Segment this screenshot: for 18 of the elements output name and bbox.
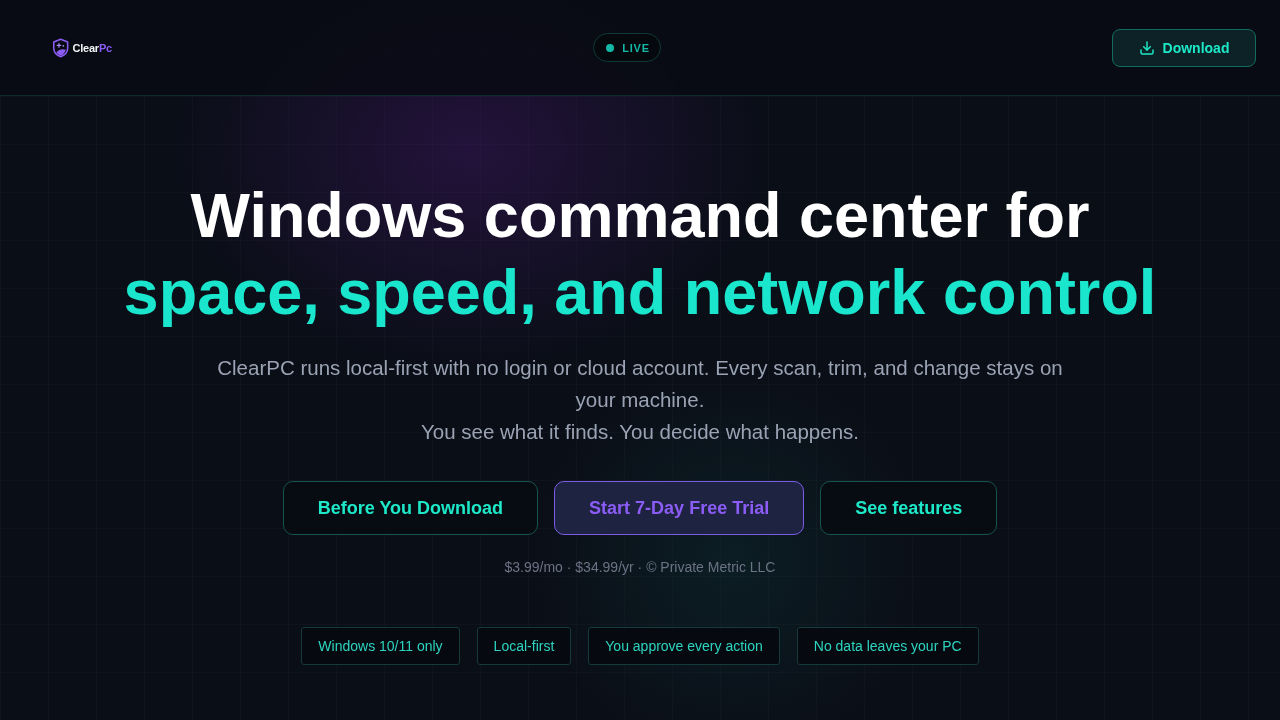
hero-title-highlight: space, speed, and network control	[123, 256, 1157, 329]
logo-text: ClearPc	[72, 41, 112, 54]
outline-button[interactable]: See features	[820, 481, 998, 535]
status-dot-icon	[606, 43, 615, 52]
hero-description: ClearPC runs local-first with no login or cloud account. Every scan, trim, and change stays on your machine.	[216, 355, 1064, 413]
outline-button[interactable]: Before You Download	[282, 481, 539, 535]
feature-tag: You approve every action	[588, 627, 780, 665]
hero-description: You see what it finds. You decide what happens.	[420, 419, 860, 445]
feature-tag: Windows 10/11 only	[301, 627, 460, 665]
feature-tag: Local-first	[476, 627, 572, 665]
download-button[interactable]: Download	[1112, 28, 1256, 67]
download-icon	[1138, 39, 1155, 56]
hero-title: Windows command center for	[190, 179, 1090, 252]
shield-logo-icon	[52, 36, 70, 59]
feature-tag: No data leaves your PC	[796, 627, 979, 665]
pricing-text: $3.99/mo · $34.99/yr · © Private Metric LLC	[504, 559, 776, 575]
free-trial-button[interactable]: Start 7-Day Free Trial	[554, 481, 805, 535]
live-status-pill: LIVE	[593, 33, 661, 62]
